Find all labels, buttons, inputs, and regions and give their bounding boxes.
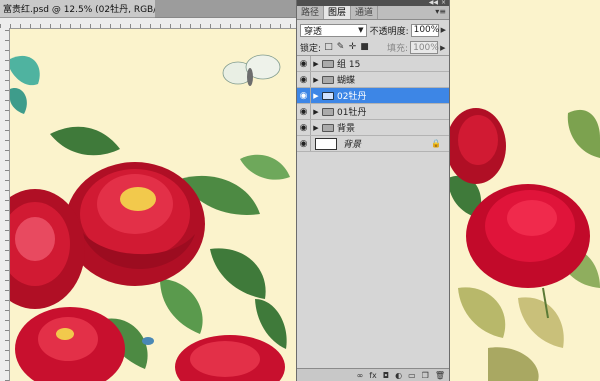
canvas-left-region[interactable]	[10, 29, 296, 381]
eye-icon[interactable]: ◉	[297, 88, 311, 103]
delete-layer-icon[interactable]: 🗑	[435, 371, 445, 380]
lock-label: 锁定:	[300, 44, 322, 54]
tab-channels[interactable]: 通道	[351, 6, 379, 19]
folder-icon	[322, 59, 334, 68]
layer-row[interactable]: ◉ ▶ 组 15	[297, 56, 449, 72]
lock-image-pixels-icon[interactable]: ✎	[336, 43, 345, 52]
blend-row: 穿透 ▼ 不透明度: 100% ▶	[297, 20, 449, 40]
folder-icon	[322, 75, 334, 84]
tab-layers[interactable]: 图层	[324, 6, 352, 19]
layer-name: 02牡丹	[337, 92, 367, 102]
new-layer-icon[interactable]: ❐	[422, 371, 429, 380]
folder-icon	[322, 107, 334, 116]
chevron-down-icon: ▼	[358, 25, 364, 34]
layer-row-selected[interactable]: ◉ ▶ 02牡丹	[297, 88, 449, 104]
expand-triangle-icon[interactable]: ▶	[311, 92, 321, 100]
lock-all-icon[interactable]: ■	[360, 43, 369, 52]
link-layers-icon[interactable]: ∞	[357, 371, 364, 380]
fill-label: 填充:	[387, 44, 409, 54]
layer-name: 01牡丹	[337, 108, 367, 118]
layer-row-background[interactable]: ◉ 背景 🔒	[297, 136, 449, 152]
layer-list: ◉ ▶ 组 15 ◉ ▶ 蝴蝶 ◉ ▶ 02牡丹 ◉ ▶ 01牡丹 ◉ ▶ 背景	[297, 56, 449, 152]
new-group-icon[interactable]: ▭	[408, 371, 416, 380]
expand-triangle-icon[interactable]: ▶	[311, 124, 321, 132]
panel-menu-icon[interactable]: ▾≡	[435, 7, 446, 16]
lock-transparent-pixels-icon[interactable]: □	[324, 43, 333, 52]
lock-icon: 🔒	[431, 139, 441, 148]
layer-name: 蝴蝶	[337, 76, 356, 86]
layer-row[interactable]: ◉ ▶ 01牡丹	[297, 104, 449, 120]
blend-mode-select[interactable]: 穿透 ▼	[300, 23, 367, 37]
layer-thumbnail	[315, 137, 337, 150]
layer-name: 背景	[343, 140, 362, 150]
peony-artwork-right	[448, 108, 600, 381]
layer-name: 组 15	[337, 60, 361, 70]
lock-row: 锁定: □ ✎ ✛ ■ 填充: 100% ▶	[297, 40, 449, 56]
opacity-input[interactable]: 100%	[410, 23, 439, 37]
lock-position-icon[interactable]: ✛	[348, 43, 357, 52]
expand-triangle-icon[interactable]: ▶	[311, 76, 321, 84]
opacity-slider-arrow-icon[interactable]: ▶	[441, 26, 446, 34]
eye-icon[interactable]: ◉	[297, 104, 311, 119]
panel-bottom-toolbar: ∞ fx ◘ ◐ ▭ ❐ 🗑	[297, 368, 449, 381]
canvas-right-region[interactable]	[448, 18, 600, 381]
adjustment-layer-icon[interactable]: ◐	[395, 371, 402, 380]
eye-icon[interactable]: ◉	[297, 56, 311, 71]
expand-triangle-icon[interactable]: ▶	[311, 108, 321, 116]
eye-icon[interactable]: ◉	[297, 72, 311, 87]
layers-panel: ◀◀ × 路径 图层 通道 ▾≡ 穿透 ▼ 不透明度: 100% ▶ 锁定: □…	[296, 0, 450, 381]
fill-slider-arrow-icon[interactable]: ▶	[440, 44, 445, 52]
eye-icon[interactable]: ◉	[297, 120, 311, 135]
vertical-ruler[interactable]	[0, 28, 10, 381]
layer-row[interactable]: ◉ ▶ 蝴蝶	[297, 72, 449, 88]
fill-input[interactable]: 100%	[410, 41, 439, 54]
opacity-label: 不透明度:	[369, 26, 409, 37]
tab-strip	[155, 0, 300, 18]
layer-style-icon[interactable]: fx	[369, 371, 377, 380]
tab-paths[interactable]: 路径	[297, 6, 325, 19]
horizontal-ruler[interactable]	[0, 18, 296, 29]
peony-artwork-left	[10, 54, 290, 381]
folder-icon	[322, 123, 334, 132]
document-tab[interactable]: 富贵红.psd @ 12.5% (02牡丹, RGB/8) * ×	[0, 0, 181, 18]
layer-row[interactable]: ◉ ▶ 背景	[297, 120, 449, 136]
document-tab-title: 富贵红.psd @ 12.5% (02牡丹, RGB/8) *	[3, 5, 173, 15]
panel-tabs: 路径 图层 通道 ▾≡	[297, 6, 449, 20]
add-mask-icon[interactable]: ◘	[383, 371, 389, 380]
eye-icon[interactable]: ◉	[297, 136, 311, 151]
blend-mode-value: 穿透	[304, 26, 323, 37]
folder-icon	[322, 91, 334, 100]
expand-triangle-icon[interactable]: ▶	[311, 60, 321, 68]
layer-name: 背景	[337, 124, 356, 134]
